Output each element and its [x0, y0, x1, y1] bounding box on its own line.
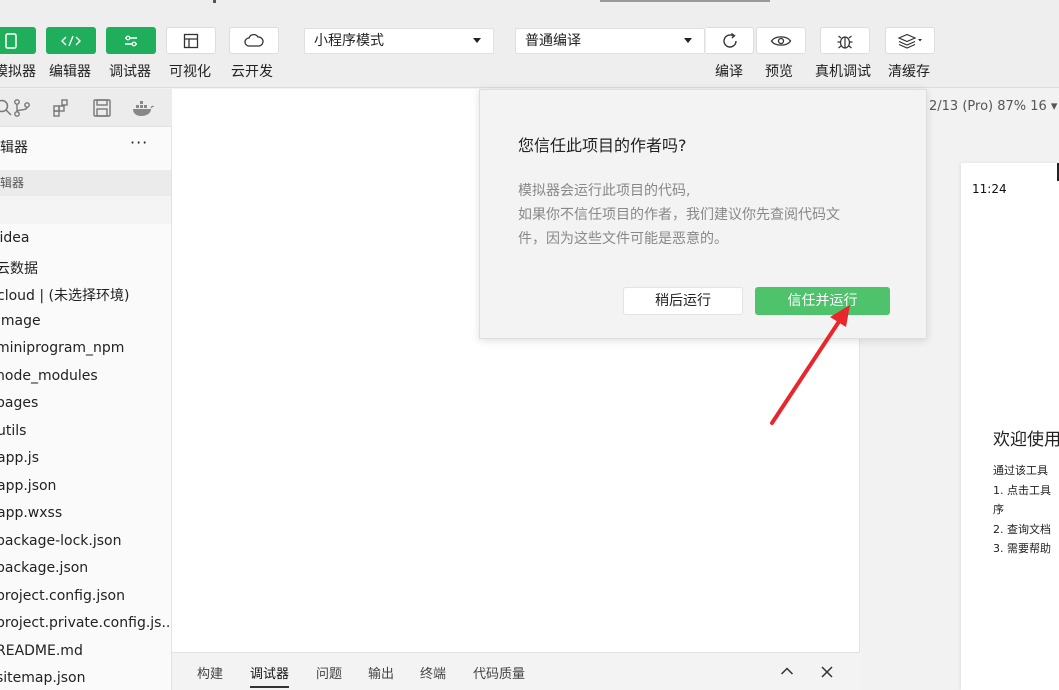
- tab-output[interactable]: 输出: [368, 663, 394, 682]
- code-icon: [61, 35, 81, 46]
- editor-button[interactable]: [46, 27, 96, 54]
- file-tree-item[interactable]: pages: [0, 395, 38, 411]
- more-options-icon[interactable]: ···: [130, 133, 148, 152]
- welcome-text-line: 2. 查询文档: [993, 523, 1051, 536]
- welcome-text-line: 序: [993, 503, 1004, 516]
- editor-label: 编辑器: [49, 64, 91, 80]
- file-tree-item[interactable]: project.private.config.js...: [0, 615, 171, 631]
- compile-button[interactable]: [706, 27, 754, 54]
- phone-status-time: 11:24: [972, 182, 1007, 196]
- file-tree-item[interactable]: image: [0, 313, 41, 329]
- trust-author-dialog: 您信任此项目的作者吗? 模拟器会运行此项目的代码, 如果你不信任项目的作者，我们…: [479, 89, 927, 339]
- file-tree-item[interactable]: utils: [0, 423, 26, 439]
- visual-button[interactable]: [166, 27, 216, 54]
- compile-select[interactable]: 普通编译: [515, 28, 705, 54]
- toolbar: 模拟器 编辑器 调试器 可视化 云开发 小程序模式 普通编译 编译 预览 真机调…: [0, 0, 1059, 88]
- welcome-heading: 欢迎使用: [993, 430, 1059, 450]
- sidebar-icon-bar: [0, 89, 172, 127]
- file-tree-item[interactable]: .idea: [0, 230, 29, 246]
- simulator-button[interactable]: [0, 27, 36, 54]
- cloud-label: 云开发: [231, 64, 273, 80]
- explorer-root-row[interactable]: [0, 196, 171, 224]
- file-tree-item[interactable]: project.config.json: [0, 588, 125, 604]
- welcome-text-line: 1. 点击工具: [993, 484, 1051, 497]
- chevron-up-icon[interactable]: [780, 666, 794, 676]
- tab-debugger[interactable]: 调试器: [250, 663, 290, 688]
- title-bar-fragment: [600, 0, 770, 2]
- file-tree-item[interactable]: miniprogram_npm: [0, 340, 124, 356]
- explorer-section-label: 编辑器: [0, 176, 25, 190]
- file-tree-item[interactable]: package.json: [0, 560, 88, 576]
- device-debug-label: 真机调试: [815, 64, 871, 80]
- file-tree-item[interactable]: app.js: [0, 450, 39, 466]
- file-tree-item[interactable]: app.json: [0, 478, 56, 494]
- dialog-message-line: 件，因为这些文件可能是恶意的。: [518, 231, 728, 247]
- run-later-button[interactable]: 稍后运行: [623, 287, 743, 315]
- clear-cache-label: 清缓存: [888, 64, 930, 80]
- mode-select-value: 小程序模式: [314, 33, 384, 49]
- simulator-phone-screen[interactable]: 11:24 欢迎使用 通过该工具 1. 点击工具 序 2. 查询文档 3. 需要…: [961, 163, 1059, 690]
- file-tree-item[interactable]: sitemap.json: [0, 670, 85, 686]
- tab-terminal[interactable]: 终端: [420, 663, 446, 682]
- tab-build[interactable]: 构建: [197, 663, 223, 682]
- dialog-message-line: 模拟器会运行此项目的代码,: [518, 183, 691, 199]
- close-icon[interactable]: [821, 666, 833, 678]
- device-debug-button[interactable]: [820, 27, 870, 54]
- dialog-message-line: 如果你不信任项目的作者，我们建议你先查阅代码文: [518, 207, 840, 223]
- cloud-icon: [244, 33, 264, 47]
- file-tree-item[interactable]: node_modules: [0, 368, 98, 384]
- dialog-message: 模拟器会运行此项目的代码, 如果你不信任项目的作者，我们建议你先查阅代码文 件，…: [518, 179, 878, 251]
- clear-cache-button[interactable]: [885, 27, 935, 54]
- simulator-label: 模拟器: [0, 64, 36, 80]
- eye-icon: [770, 35, 792, 46]
- file-explorer: 编辑器 ··· 编辑器 .idea 云数据 cloud | (未选择环境) image…: [0, 127, 172, 690]
- welcome-text-line: 通过该工具: [993, 464, 1048, 477]
- tab-code-quality[interactable]: 代码质量: [473, 663, 525, 682]
- extensions-icon[interactable]: [52, 98, 72, 118]
- docker-icon[interactable]: [132, 98, 154, 118]
- compile-select-value: 普通编译: [525, 33, 581, 49]
- compile-label: 编译: [715, 64, 743, 80]
- welcome-text-line: 3. 需要帮助: [993, 542, 1051, 555]
- cloud-button[interactable]: [229, 27, 279, 54]
- panel-tabs: 构建 调试器 问题 输出 终端 代码质量: [172, 652, 860, 690]
- layout-icon: [183, 33, 199, 48]
- sliders-icon: [125, 35, 137, 46]
- preview-button[interactable]: [756, 27, 806, 54]
- file-tree-item[interactable]: README.md: [0, 643, 83, 659]
- file-tree-item[interactable]: package-lock.json: [0, 533, 122, 549]
- title-bar-fragment: [213, 0, 216, 3]
- explorer-section-header[interactable]: 编辑器: [0, 170, 171, 196]
- save-icon[interactable]: [92, 98, 112, 118]
- caret-down-icon: [473, 38, 481, 43]
- layers-icon: [897, 33, 922, 49]
- simulator-device-status[interactable]: 2/13 (Pro) 87% 16 ▾: [929, 99, 1057, 114]
- file-tree-item[interactable]: cloud | (未选择环境): [0, 285, 129, 305]
- trust-and-run-button[interactable]: 信任并运行: [755, 287, 890, 315]
- preview-label: 预览: [765, 64, 793, 80]
- file-tree-item[interactable]: 云数据: [0, 258, 38, 278]
- phone-icon: [5, 32, 17, 49]
- visual-label: 可视化: [169, 64, 211, 80]
- debugger-label: 调试器: [109, 64, 151, 80]
- explorer-title: 编辑器: [0, 140, 28, 156]
- file-tree-item[interactable]: app.wxss: [0, 505, 62, 521]
- bug-icon: [837, 35, 853, 49]
- mode-select[interactable]: 小程序模式: [304, 28, 494, 54]
- tab-problems[interactable]: 问题: [316, 663, 342, 682]
- caret-down-icon: [684, 38, 692, 43]
- git-branch-icon[interactable]: [12, 98, 32, 118]
- dialog-title: 您信任此项目的作者吗?: [518, 136, 687, 155]
- refresh-icon: [722, 32, 737, 48]
- debugger-button[interactable]: [106, 27, 156, 54]
